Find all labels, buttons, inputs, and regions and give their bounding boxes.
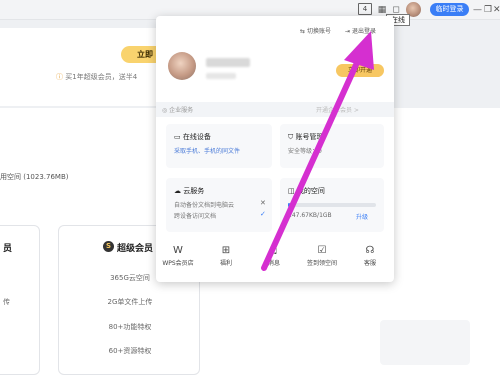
- card-item: 2G单文件上传: [107, 298, 153, 306]
- switch-icon: ⇆: [300, 28, 307, 35]
- card-title: 超级会员: [117, 244, 154, 254]
- cloud-icon: ☁: [174, 187, 184, 195]
- logout-icon: ⇥: [345, 28, 352, 35]
- space-value: 247.67KB/1GB: [288, 212, 332, 219]
- enterprise-link[interactable]: 开通企业会员 >: [316, 105, 359, 114]
- minimize-icon[interactable]: —: [473, 4, 482, 16]
- account-security-label: 账号管理: [295, 133, 324, 141]
- storage-usage-text: 用空间 (1023.76MB): [0, 173, 69, 181]
- cloud-service-tile[interactable]: ☁ 云服务 自动备份文档到电脑云 ✕ 跨设备访问文档 ✓: [166, 178, 272, 232]
- upgrade-link[interactable]: 升级: [356, 212, 368, 221]
- card-item: 80+功能特权: [108, 323, 152, 331]
- membership-panel: [0, 28, 166, 106]
- online-devices-sub: 采取手机、手机的同文件: [174, 148, 241, 155]
- blurred-panel: [380, 320, 470, 365]
- cloud-access-line: 跨设备访问文档: [174, 213, 217, 220]
- logout-button[interactable]: ⇥ 退出登录: [345, 26, 376, 35]
- check-icon: ✓: [260, 210, 266, 218]
- messages-label: 消息: [267, 260, 280, 267]
- open-vip-badge[interactable]: 立即开通: [336, 64, 384, 77]
- promo-text: ⓘ 买1年超级会员，送半4: [56, 72, 166, 82]
- space-progress-fill: [288, 203, 290, 207]
- close-icon[interactable]: ✕: [493, 4, 500, 16]
- welfare-label: 福利: [219, 260, 232, 267]
- space-progress-track: [288, 203, 376, 207]
- restore-icon[interactable]: ❐: [484, 4, 492, 16]
- promo-label: 买1年超级会员，送半4: [65, 73, 138, 81]
- online-devices-tile[interactable]: ▭ 在线设备 采取手机、手机的同文件: [166, 124, 272, 168]
- monitor-icon: ▭: [174, 133, 183, 141]
- wps-store-label: WPS会员店: [162, 260, 194, 267]
- account-security-title: ⛉ 账号管理: [288, 132, 323, 142]
- wps-store-button[interactable]: W WPS会员店: [156, 244, 200, 267]
- account-popup: ⇆ 切换账号 ⇥ 退出登录 立即开通 ◎ 企业服务 开通企业会员 > ▭ 在线设…: [156, 16, 394, 282]
- checkin-icon: ☑: [317, 245, 327, 256]
- profile-name-blurred: [206, 58, 250, 67]
- enterprise-label: ◎ 企业服务: [162, 105, 193, 114]
- svip-icon: S: [103, 241, 114, 252]
- security-score: 安全等级：0: [288, 148, 322, 155]
- quick-actions: W WPS会员店 ⊞ 福利 ♫ 消息 ☑ 签到领空间 ☊ 客服: [156, 244, 394, 280]
- cloud-backup-line: 自动备份文档到电脑云: [174, 202, 235, 209]
- switch-account-button[interactable]: ⇆ 切换账号: [300, 26, 331, 35]
- card-item: 传: [3, 298, 10, 306]
- gift-icon: ⊞: [221, 245, 231, 256]
- messages-button[interactable]: ♫ 消息: [252, 244, 296, 267]
- account-security-tile[interactable]: ⛉ 账号管理 安全等级：0: [280, 124, 384, 168]
- space-icon: ◫: [288, 187, 297, 195]
- cross-icon: ✕: [260, 199, 266, 207]
- card-title: 员: [3, 244, 13, 254]
- profile-avatar[interactable]: [168, 52, 196, 80]
- cloud-service-label: 云服务: [183, 187, 205, 195]
- online-devices-title: ▭ 在线设备: [174, 132, 211, 142]
- switch-account-label: 切换账号: [306, 28, 331, 35]
- support-label: 客服: [363, 260, 376, 267]
- info-icon: ⓘ: [56, 73, 66, 81]
- wps-icon: W: [173, 245, 183, 256]
- cloud-service-title: ☁ 云服务: [174, 186, 204, 196]
- online-devices-label: 在线设备: [182, 133, 211, 141]
- profile-id-blurred: [206, 73, 236, 79]
- enterprise-text: 企业服务: [169, 107, 194, 114]
- logout-label: 退出登录: [351, 28, 376, 35]
- enterprise-strip[interactable]: ◎ 企业服务 开通企业会员 >: [156, 102, 394, 117]
- my-space-tile[interactable]: ◫ 我的空间 247.67KB/1GB 升级: [280, 178, 384, 232]
- checkin-button[interactable]: ☑ 签到领空间: [300, 244, 344, 267]
- my-space-title: ◫ 我的空间: [288, 186, 325, 196]
- welfare-button[interactable]: ⊞ 福利: [204, 244, 248, 267]
- my-space-label: 我的空间: [296, 187, 325, 195]
- headset-icon: ☊: [365, 245, 375, 256]
- card-item: 60+资源特权: [108, 347, 152, 355]
- checkin-label: 签到领空间: [306, 260, 337, 267]
- bell-icon: ♫: [269, 245, 279, 256]
- window-count-button[interactable]: 4: [358, 3, 372, 15]
- support-button[interactable]: ☊ 客服: [348, 244, 392, 267]
- member-card-basic: 员 传: [0, 225, 40, 375]
- temp-login-button[interactable]: 临时登录: [430, 3, 469, 16]
